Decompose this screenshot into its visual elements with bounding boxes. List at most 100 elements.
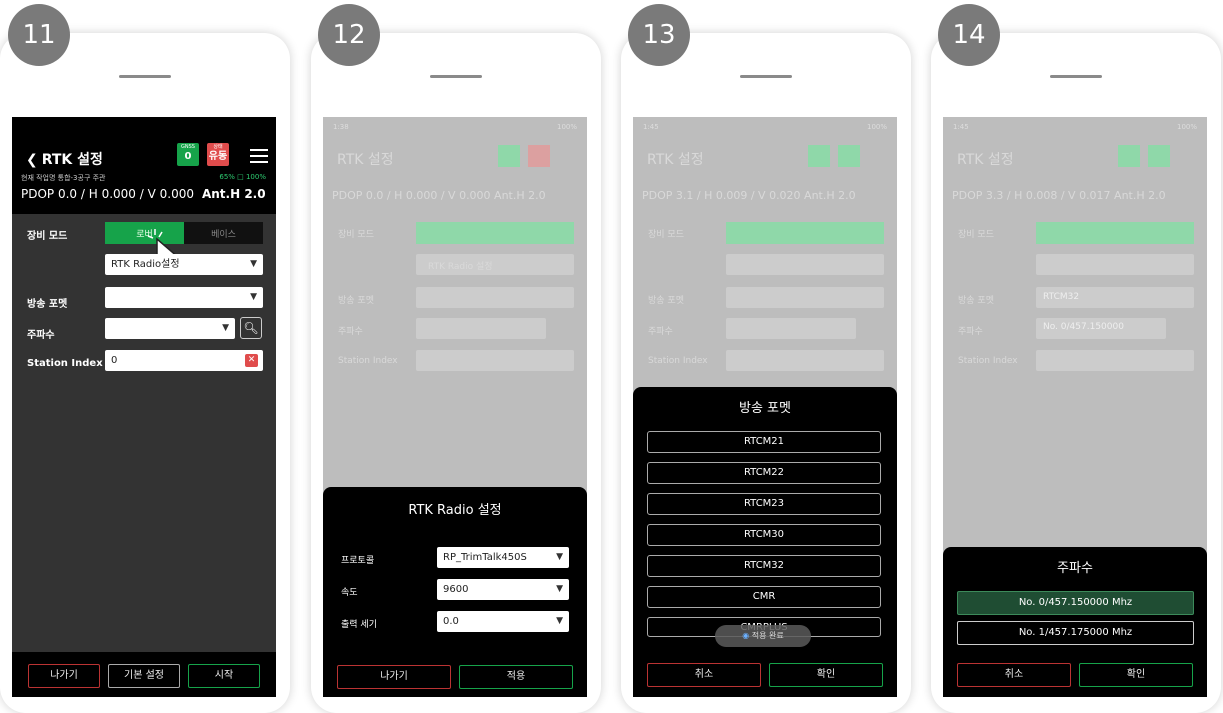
- frequency-dialog: 주파수 No. 0/457.150000 Mhz No. 1/457.17500…: [943, 547, 1207, 697]
- power-select[interactable]: 0.0 ▼: [437, 611, 569, 632]
- speed-value: 9600: [443, 584, 469, 595]
- ghost-mode-toggle: [726, 222, 884, 244]
- bottom-action-bar: 나가기 기본 설정 시작: [12, 652, 276, 697]
- speed-label: 속도: [341, 588, 358, 598]
- pdop-readout: PDOP 0.0 / H 0.000 / V 0.000 Ant.H 2.0: [21, 187, 266, 201]
- status-battery: 100%: [556, 123, 577, 131]
- exit-button[interactable]: 나가기: [28, 664, 100, 688]
- format-option-rtcm22[interactable]: RTCM22: [647, 462, 881, 484]
- title-text: RTK 설정: [41, 152, 103, 168]
- chevron-left-icon[interactable]: ❮: [26, 152, 38, 168]
- ghost-format-label: 방송 포멧: [958, 296, 994, 306]
- format-option-rtcm23[interactable]: RTCM23: [647, 493, 881, 515]
- cancel-button[interactable]: 취소: [957, 663, 1071, 687]
- ghost-station-label: Station Index: [648, 356, 708, 366]
- ghost-badge: [1118, 145, 1140, 167]
- frequency-option-1[interactable]: No. 1/457.175000 Mhz: [957, 621, 1194, 645]
- step-badge-11: 11: [8, 4, 70, 66]
- station-index-label: Station Index: [27, 358, 103, 369]
- ghost-title: RTK 설정: [957, 152, 1014, 168]
- start-button[interactable]: 시작: [188, 664, 260, 688]
- apply-button[interactable]: 적용: [459, 665, 573, 689]
- broadcast-format-label: 방송 포멧: [27, 299, 68, 310]
- mode-base-button[interactable]: 베이스: [184, 222, 263, 244]
- frequency-select[interactable]: ▼: [105, 318, 235, 339]
- ghost-radio-text: RTK Radio 설정: [428, 262, 493, 272]
- status-time: 1:38: [333, 123, 349, 131]
- confirm-button[interactable]: 확인: [1079, 663, 1193, 687]
- power-label: 출력 세기: [341, 620, 377, 630]
- broadcast-format-screen: 1:45 100% RTK 설정 PDOP 3.1 / H 0.009 / V 0…: [633, 117, 897, 697]
- broadcast-format-select[interactable]: ▼: [105, 287, 263, 308]
- format-option-rtcm32[interactable]: RTCM32: [647, 555, 881, 577]
- status-bar: 1:45 100%: [953, 123, 1197, 131]
- frequency-screen: 1:45 100% RTK 설정 PDOP 3.3 / H 0.008 / V 0…: [943, 117, 1207, 697]
- status-bar: 1:38 100%: [333, 123, 577, 131]
- default-settings-button[interactable]: 기본 설정: [108, 664, 180, 688]
- frequency-option-0[interactable]: No. 0/457.150000 Mhz: [957, 591, 1194, 615]
- ghost-station-input: [1036, 350, 1194, 371]
- caret-down-icon: ▼: [222, 323, 229, 333]
- job-subtitle: 현재 작업명 통합-3공구 주관: [21, 174, 106, 182]
- search-icon[interactable]: 🔍︎: [240, 317, 262, 339]
- confirm-button[interactable]: 확인: [769, 663, 883, 687]
- step-badge-12: 12: [318, 4, 380, 66]
- broadcast-format-dialog: 방송 포멧 RTCM21 RTCM22 RTCM23 RTCM30 RTCM32…: [633, 387, 897, 697]
- phone-card-14: 1:45 100% RTK 설정 PDOP 3.3 / H 0.008 / V 0…: [931, 33, 1221, 713]
- clear-icon[interactable]: ✕: [245, 354, 258, 367]
- ghost-mode-toggle: [1036, 222, 1194, 244]
- dialog-title: RTK Radio 설정: [408, 503, 502, 518]
- rtk-radio-select[interactable]: RTK Radio설정 ▼: [105, 254, 263, 275]
- pdop-text: PDOP 0.0 / H 0.000 / V 0.000: [21, 187, 194, 201]
- rtk-radio-select-value: RTK Radio설정: [111, 259, 180, 270]
- ghost-format-select: [726, 287, 884, 308]
- speed-select[interactable]: 9600 ▼: [437, 579, 569, 600]
- ghost-freq-value: No. 0/457.150000: [1043, 322, 1124, 332]
- status-time: 1:45: [643, 123, 659, 131]
- status-badge-value: 유동: [208, 151, 228, 162]
- cancel-button[interactable]: 취소: [647, 663, 761, 687]
- ghost-format-label: 방송 포멧: [648, 296, 684, 306]
- ghost-title: RTK 설정: [647, 152, 704, 168]
- rtk-settings-screen: ❮ RTK 설정 GNSS 0 상태 유동 현재 작업명 통합-3공구 주관 65…: [12, 117, 276, 697]
- phone-speaker: [740, 75, 792, 78]
- caret-down-icon: ▼: [250, 259, 257, 269]
- station-index-input[interactable]: 0: [105, 350, 263, 371]
- ghost-mode-label: 장비 모드: [958, 230, 994, 240]
- status-badge: 상태 유동: [207, 143, 229, 166]
- status-badge-label: 상태: [213, 144, 223, 150]
- phone-card-11: ❮ RTK 설정 GNSS 0 상태 유동 현재 작업명 통합-3공구 주관 65…: [0, 33, 290, 713]
- phone-speaker: [1050, 75, 1102, 78]
- format-option-rtcm30[interactable]: RTCM30: [647, 524, 881, 546]
- gnss-badge-value: 0: [184, 151, 192, 162]
- battery-status: 65% □ 100%: [219, 173, 266, 181]
- ghost-station-input: [416, 350, 574, 371]
- apply-complete-toast: ◉ 적용 완료: [715, 625, 811, 647]
- ghost-mode-label: 장비 모드: [648, 230, 684, 240]
- ghost-radio-select: [726, 254, 884, 275]
- format-option-cmr[interactable]: CMR: [647, 586, 881, 608]
- ghost-pdop: PDOP 3.1 / H 0.009 / V 0.020 Ant.H 2.0: [642, 189, 856, 202]
- ghost-pdop: PDOP 3.3 / H 0.008 / V 0.017 Ant.H 2.0: [952, 189, 1166, 202]
- rtk-radio-settings-screen: 1:38 100% RTK 설정 PDOP 0.0 / H 0.000 / V 0…: [323, 117, 587, 697]
- dialog-title: 방송 포멧: [739, 401, 791, 416]
- ghost-format-select: [416, 287, 574, 308]
- frequency-label: 주파수: [27, 330, 55, 341]
- ghost-freq-label: 주파수: [648, 327, 673, 337]
- rtk-radio-dialog: RTK Radio 설정 프로토콜 RP_TrimTalk450S ▼ 속도 96…: [323, 487, 587, 697]
- ghost-badge: [528, 145, 550, 167]
- page-title[interactable]: ❮ RTK 설정: [26, 149, 103, 169]
- caret-down-icon: ▼: [556, 584, 563, 594]
- status-bar: 1:45 100%: [643, 123, 887, 131]
- format-option-rtcm21[interactable]: RTCM21: [647, 431, 881, 453]
- ghost-station-label: Station Index: [338, 356, 398, 366]
- status-battery: 100%: [866, 123, 887, 131]
- step-badge-14: 14: [938, 4, 1000, 66]
- exit-button[interactable]: 나가기: [337, 665, 451, 689]
- caret-down-icon: ▼: [556, 616, 563, 626]
- protocol-select[interactable]: RP_TrimTalk450S ▼: [437, 547, 569, 568]
- ghost-mode-toggle: [416, 222, 574, 244]
- phone-speaker: [119, 75, 171, 78]
- hamburger-menu-icon[interactable]: [250, 149, 268, 163]
- ghost-mode-label: 장비 모드: [338, 230, 374, 240]
